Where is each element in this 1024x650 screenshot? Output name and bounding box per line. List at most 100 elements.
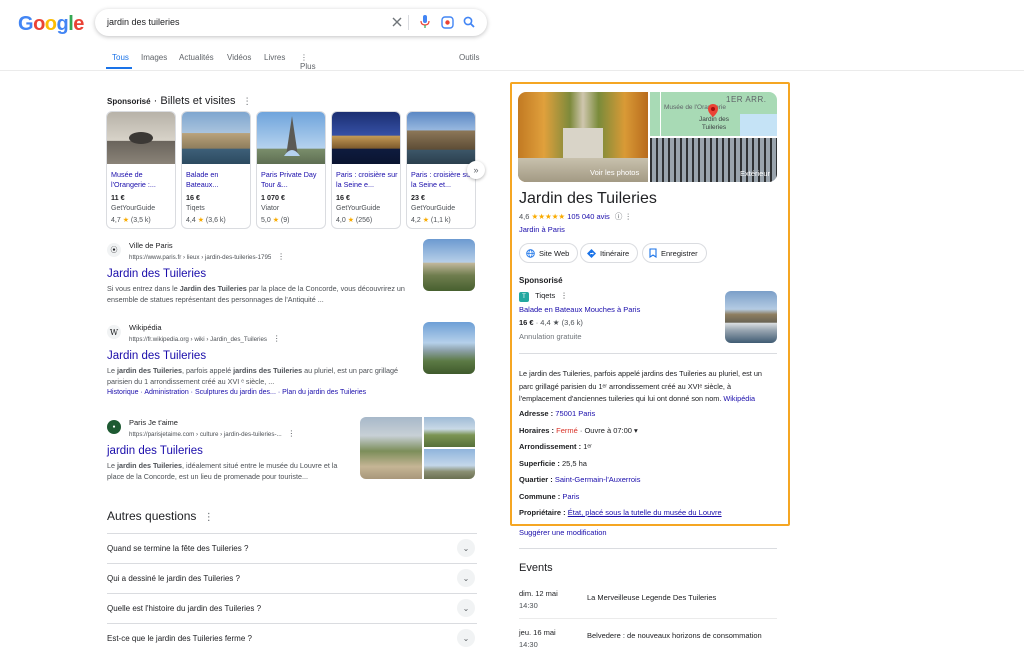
tab-tous[interactable]: Tous xyxy=(112,53,129,62)
paa-question[interactable]: Qui a dessiné le jardin des Tuileries ? ⌄ xyxy=(107,563,477,593)
result-thumbnail[interactable] xyxy=(423,239,475,291)
card-rating: 5,0 ★ (9) xyxy=(261,217,290,224)
tab-videos[interactable]: Vidéos xyxy=(227,53,251,62)
card-title[interactable]: Balade en Bateaux... xyxy=(186,170,250,190)
tab-plus[interactable]: ⋮ Plus xyxy=(300,53,316,71)
result-url: https://parisjetaime.com › culture › jar… xyxy=(129,429,296,438)
search-result: ● Paris Je t'aime https://parisjetaime.c… xyxy=(107,418,352,482)
sitelink-sculptures[interactable]: Sculptures du jardin des... xyxy=(195,389,276,396)
search-box[interactable]: jardin des tuileries xyxy=(95,9,487,36)
fact-quartier: Quartier : Saint-Germain-l'Auxerrois xyxy=(519,475,641,484)
more-options-icon[interactable]: ⋮ xyxy=(204,512,214,523)
card-price: 1 070 € xyxy=(261,193,285,202)
ad-card[interactable]: Paris : croisière sur la Seine e... 16 €… xyxy=(331,111,401,229)
more-options-icon[interactable]: ⋮ xyxy=(243,96,252,106)
card-title[interactable]: Paris : croisière sur la Seine et... xyxy=(411,170,475,190)
tab-actualites[interactable]: Actualités xyxy=(179,53,214,62)
kp-ad-image[interactable] xyxy=(725,291,777,343)
kp-ad-vendor[interactable]: T Tiqets ⋮ xyxy=(519,291,568,302)
card-image xyxy=(182,112,250,164)
result-title-link[interactable]: Jardin des Tuileries xyxy=(107,350,407,362)
microphone-icon[interactable] xyxy=(417,14,433,30)
globe-icon xyxy=(526,248,535,258)
ad-card[interactable]: Musée de l'Orangerie :... 11 € GetYourGu… xyxy=(106,111,176,229)
google-logo[interactable]: Google xyxy=(18,13,84,36)
more-options-icon[interactable]: ⋮ xyxy=(560,291,568,300)
website-button[interactable]: Site Web xyxy=(519,243,579,263)
tools-button[interactable]: Outils xyxy=(459,53,479,62)
event-date: jeu. 16 mai 14:30 xyxy=(519,628,556,649)
result-thumbnail[interactable] xyxy=(424,417,475,447)
tab-images[interactable]: Images xyxy=(141,53,167,62)
card-image xyxy=(332,112,400,164)
suggest-edit-link[interactable]: Suggérer une modification xyxy=(519,528,607,537)
sitelink-historique[interactable]: Historique xyxy=(107,389,139,396)
paa-question[interactable]: Est-ce que le jardin des Tuileries ferme… xyxy=(107,623,477,650)
paa-question[interactable]: Quelle est l'histoire du jardin des Tuil… xyxy=(107,593,477,623)
clear-icon[interactable] xyxy=(389,14,405,30)
card-title[interactable]: Paris : croisière sur la Seine e... xyxy=(336,170,400,190)
card-rating: 4,4 ★ (3,6 k) xyxy=(186,217,226,224)
sponsored-heading: Sponsorisé · Billets et visites ⋮ xyxy=(107,95,252,107)
card-vendor: GetYourGuide xyxy=(411,205,456,212)
result-header[interactable]: ● Paris Je t'aime https://parisjetaime.c… xyxy=(107,418,352,440)
star-icon: ★ xyxy=(122,217,129,224)
sitelink-plan[interactable]: Plan du jardin des Tuileries xyxy=(282,389,366,396)
hours-dropdown[interactable]: · Ouvre à 07:00 ▾ xyxy=(578,426,638,435)
ad-card[interactable]: Balade en Bateaux... 16 € Tiqets 4,4 ★ (… xyxy=(181,111,251,229)
result-title-link[interactable]: jardin des Tuileries xyxy=(107,445,352,457)
more-options-icon[interactable]: ⋮ xyxy=(624,212,632,221)
directions-icon xyxy=(587,248,596,258)
kp-reviews-link[interactable]: 105 040 avis xyxy=(567,212,610,221)
kp-sponsored-label: Sponsorisé xyxy=(519,276,563,285)
card-rating: 4,2 ★ (1,1 k) xyxy=(411,217,451,224)
directions-button[interactable]: Itinéraire xyxy=(580,243,639,263)
map-pin-icon xyxy=(708,104,718,117)
result-site-name: Wikipédia xyxy=(129,323,162,332)
result-title-link[interactable]: Jardin des Tuileries xyxy=(107,268,407,280)
divider xyxy=(519,618,777,619)
map-label-tuileries: Jardin des Tuileries xyxy=(699,116,729,131)
paa-question[interactable]: Quand se termine la fête des Tuileries ?… xyxy=(107,533,477,563)
result-header[interactable]: ⦿ Ville de Paris https://www.paris.fr › … xyxy=(107,241,407,263)
more-options-icon[interactable]: ⋮ xyxy=(277,252,285,261)
result-snippet: Le jardin des Tuileries, idéalement situ… xyxy=(107,461,338,481)
card-price: 16 € xyxy=(336,193,350,202)
result-thumbnail[interactable] xyxy=(360,417,422,479)
ad-card[interactable]: Paris Private Day Tour &... 1 070 € Viat… xyxy=(256,111,326,229)
fact-commune: Commune : Paris xyxy=(519,492,580,501)
kp-main-photo[interactable]: Voir les photos xyxy=(518,92,648,182)
carousel-next-button[interactable]: » xyxy=(467,161,485,179)
card-title[interactable]: Paris Private Day Tour &... xyxy=(261,170,325,190)
wikipedia-link[interactable]: Wikipédia xyxy=(723,394,755,403)
tab-livres[interactable]: Livres xyxy=(264,53,285,62)
sitelink-administration[interactable]: Administration xyxy=(144,389,188,396)
kp-ad-title-link[interactable]: Balade en Bateaux Mouches à Paris xyxy=(519,305,640,314)
card-vendor: GetYourGuide xyxy=(111,205,156,212)
card-image xyxy=(407,112,475,164)
card-title[interactable]: Musée de l'Orangerie :... xyxy=(111,170,175,190)
event-name[interactable]: Belvedere : de nouveaux horizons de cons… xyxy=(587,631,762,640)
search-input[interactable]: jardin des tuileries xyxy=(107,17,180,27)
info-icon[interactable]: ⓘ xyxy=(615,212,623,221)
more-options-icon[interactable]: ⋮ xyxy=(273,334,281,343)
kp-title: Jardin des Tuileries xyxy=(519,190,657,207)
more-options-icon[interactable]: ⋮ xyxy=(287,429,295,438)
result-thumbnail[interactable] xyxy=(424,449,475,479)
ad-card[interactable]: Paris : croisière sur la Seine et... 23 … xyxy=(406,111,476,229)
result-header[interactable]: W Wikipédia https://fr.wikipedia.org › w… xyxy=(107,323,407,345)
search-icon[interactable] xyxy=(461,14,477,30)
event-name[interactable]: La Merveilleuse Legende Des Tuileries xyxy=(587,593,716,602)
result-thumbnail[interactable] xyxy=(423,322,475,374)
lens-icon[interactable] xyxy=(439,14,455,30)
star-icon: ★ xyxy=(422,217,429,224)
save-button[interactable]: Enregistrer xyxy=(642,243,707,263)
kp-map[interactable]: 1ER ARR. Musée de l'Orangerie Jardin des… xyxy=(650,92,777,136)
exterior-label: Extérieur xyxy=(740,169,771,178)
kp-type[interactable]: Jardin à Paris xyxy=(519,225,565,234)
chevron-down-icon: ⌄ xyxy=(457,539,475,557)
result-site-name: Paris Je t'aime xyxy=(129,418,178,427)
card-price: 16 € xyxy=(186,193,200,202)
card-image xyxy=(257,112,325,164)
kp-exterior-photo[interactable]: Extérieur xyxy=(650,138,777,182)
